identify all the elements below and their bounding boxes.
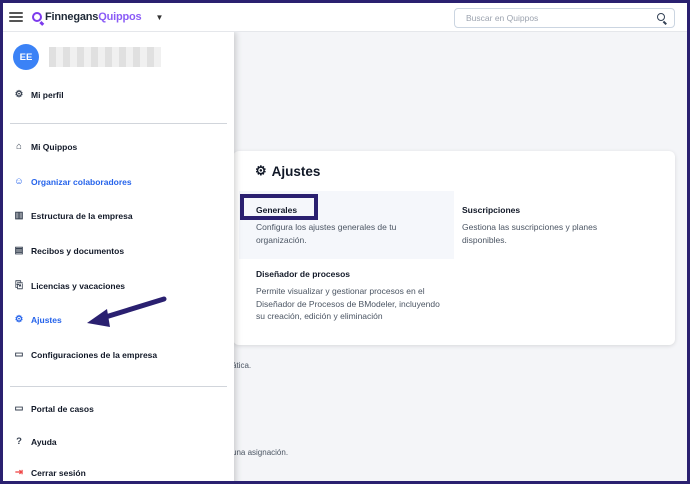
annotation-arrow-icon [87, 296, 167, 327]
settings-option-suscripciones[interactable]: Suscripciones Gestiona las suscripciones… [462, 205, 642, 246]
gear-icon: ⚙ [255, 163, 267, 178]
settings-option-disenador[interactable]: Diseñador de procesos Permite visualizar… [256, 269, 441, 323]
quippos-logo-icon [32, 12, 42, 22]
gear-icon: ⚙ [14, 89, 24, 100]
divider [10, 123, 227, 124]
divider [10, 386, 227, 387]
sidebar-item-licencias[interactable]: ⎘ Licencias y vacaciones [13, 280, 125, 291]
avatar[interactable]: EE [13, 44, 39, 70]
background-text: ática. [232, 361, 252, 370]
background-text: una asignación. [232, 448, 289, 457]
app-window: Finnegans Quippos ▼ Buscar en Quippos áti… [0, 0, 690, 484]
settings-title: ⚙ Ajustes [255, 163, 321, 179]
annotation-highlight-box [240, 194, 318, 220]
logout-icon: ⇥ [15, 467, 23, 478]
search-icon[interactable] [657, 13, 665, 21]
sidebar-item-organizar-colaboradores[interactable]: ☺ Organizar colaboradores [13, 176, 131, 187]
document-icon: ▤ [14, 245, 24, 256]
sidebar: EE ⚙ Mi perfil ⌂ Mi Quippos ☺ Organizar … [3, 32, 234, 481]
user-header: EE [13, 44, 161, 70]
monitor-gear-icon: ▭ [14, 349, 24, 360]
home-icon: ⌂ [16, 141, 22, 152]
search-input[interactable]: Buscar en Quippos [454, 8, 675, 28]
top-bar: Finnegans Quippos ▼ Buscar en Quippos [3, 3, 687, 32]
laptop-icon: ▭ [14, 403, 24, 414]
sidebar-item-recibos[interactable]: ▤ Recibos y documentos [13, 245, 125, 256]
settings-card: ⚙ Ajustes Generales Configura los ajuste… [233, 151, 675, 345]
sidebar-item-cerrar-sesion[interactable]: ⇥ Cerrar sesión [13, 467, 86, 478]
leave-icon: ⎘ [15, 280, 23, 291]
search-placeholder: Buscar en Quippos [466, 13, 539, 23]
help-icon: ? [16, 436, 22, 447]
sidebar-item-mi-quippos[interactable]: ⌂ Mi Quippos [13, 141, 77, 152]
building-icon: ▥ [14, 210, 24, 221]
gear-icon: ⚙ [14, 314, 24, 325]
chevron-down-icon[interactable]: ▼ [155, 13, 163, 22]
user-name-redacted [49, 47, 161, 67]
sidebar-item-portal-casos[interactable]: ▭ Portal de casos [13, 403, 94, 414]
sidebar-item-ajustes[interactable]: ⚙ Ajustes [13, 314, 62, 325]
app-logo[interactable]: Finnegans Quippos [32, 11, 142, 23]
sidebar-item-ayuda[interactable]: ? Ayuda [13, 436, 57, 447]
sidebar-item-profile[interactable]: ⚙ Mi perfil [13, 89, 64, 100]
sidebar-item-estructura[interactable]: ▥ Estructura de la empresa [13, 210, 133, 221]
menu-icon[interactable] [9, 12, 23, 22]
sidebar-item-configuraciones[interactable]: ▭ Configuraciones de la empresa [13, 349, 158, 360]
users-icon: ☺ [14, 176, 24, 187]
